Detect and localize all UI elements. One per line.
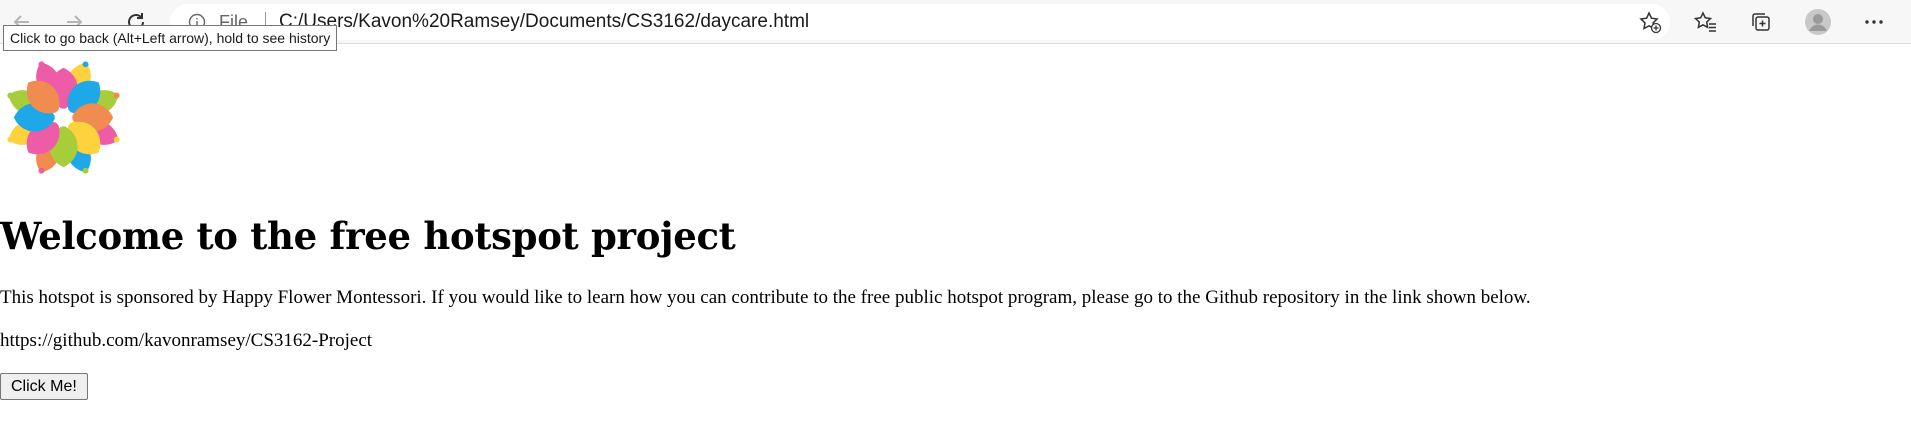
profile-button[interactable] bbox=[1802, 6, 1834, 38]
logo-dot bbox=[82, 61, 89, 68]
favorites-button[interactable] bbox=[1690, 6, 1722, 38]
profile-icon bbox=[1805, 9, 1831, 35]
address-url[interactable]: C:/Users/Kavon%20Ramsey/Documents/CS3162… bbox=[279, 11, 809, 33]
repo-link-text: https://github.com/kavonramsey/CS3162-Pr… bbox=[0, 330, 373, 351]
flower-logo bbox=[7, 61, 120, 174]
logo-dot bbox=[113, 136, 120, 143]
logo-dot bbox=[7, 136, 14, 143]
collections-button[interactable] bbox=[1745, 6, 1777, 38]
collections-icon bbox=[1752, 13, 1770, 31]
click-me-button[interactable]: Click Me! bbox=[0, 373, 88, 400]
logo-dot bbox=[82, 167, 89, 174]
add-favorite-button[interactable] bbox=[1638, 10, 1662, 38]
logo-dot bbox=[113, 92, 120, 99]
address-bar[interactable]: File C:/Users/Kavon%20Ramsey/Documents/C… bbox=[170, 4, 1670, 40]
logo-center bbox=[54, 108, 73, 127]
more-icon bbox=[1865, 20, 1883, 24]
page-title: Welcome to the free hotspot project bbox=[0, 214, 736, 258]
more-button[interactable] bbox=[1858, 6, 1890, 38]
logo-dot bbox=[7, 92, 14, 99]
add-favorite-icon bbox=[1639, 11, 1662, 34]
sponsor-paragraph: This hotspot is sponsored by Happy Flowe… bbox=[0, 287, 1531, 308]
favorites-icon bbox=[1694, 11, 1716, 32]
logo-dot bbox=[38, 61, 45, 68]
back-tooltip: Click to go back (Alt+Left arrow), hold … bbox=[3, 25, 338, 51]
logo-dot bbox=[38, 167, 45, 174]
